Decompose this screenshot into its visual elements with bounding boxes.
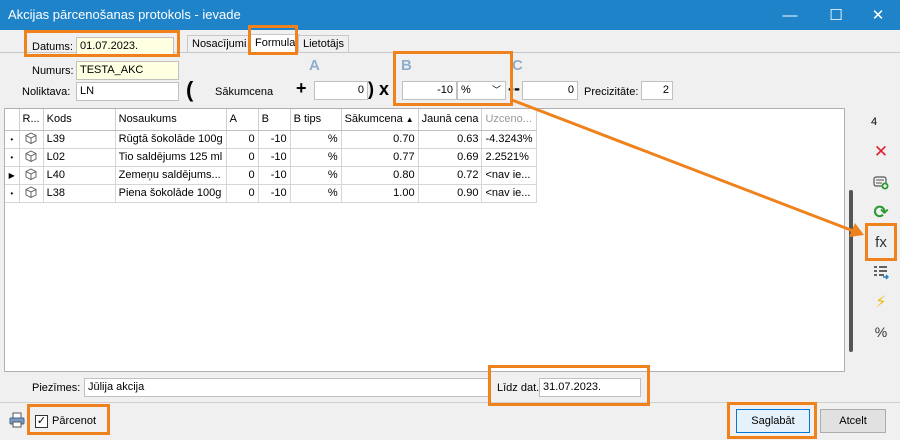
minimize-button[interactable]: — (768, 0, 812, 30)
title-bar: Akcijas pārcenošanas protokols - ievade … (0, 0, 900, 30)
annotation-arrow (511, 98, 864, 237)
maximize-button[interactable]: ☐ (814, 0, 858, 30)
close-button[interactable]: ✕ (856, 0, 900, 30)
window-title: Akcijas pārcenošanas protokols - ievade (8, 7, 241, 22)
dialog-body: Nosacījumi Formula Lietotājs Datums: 01.… (0, 25, 900, 440)
